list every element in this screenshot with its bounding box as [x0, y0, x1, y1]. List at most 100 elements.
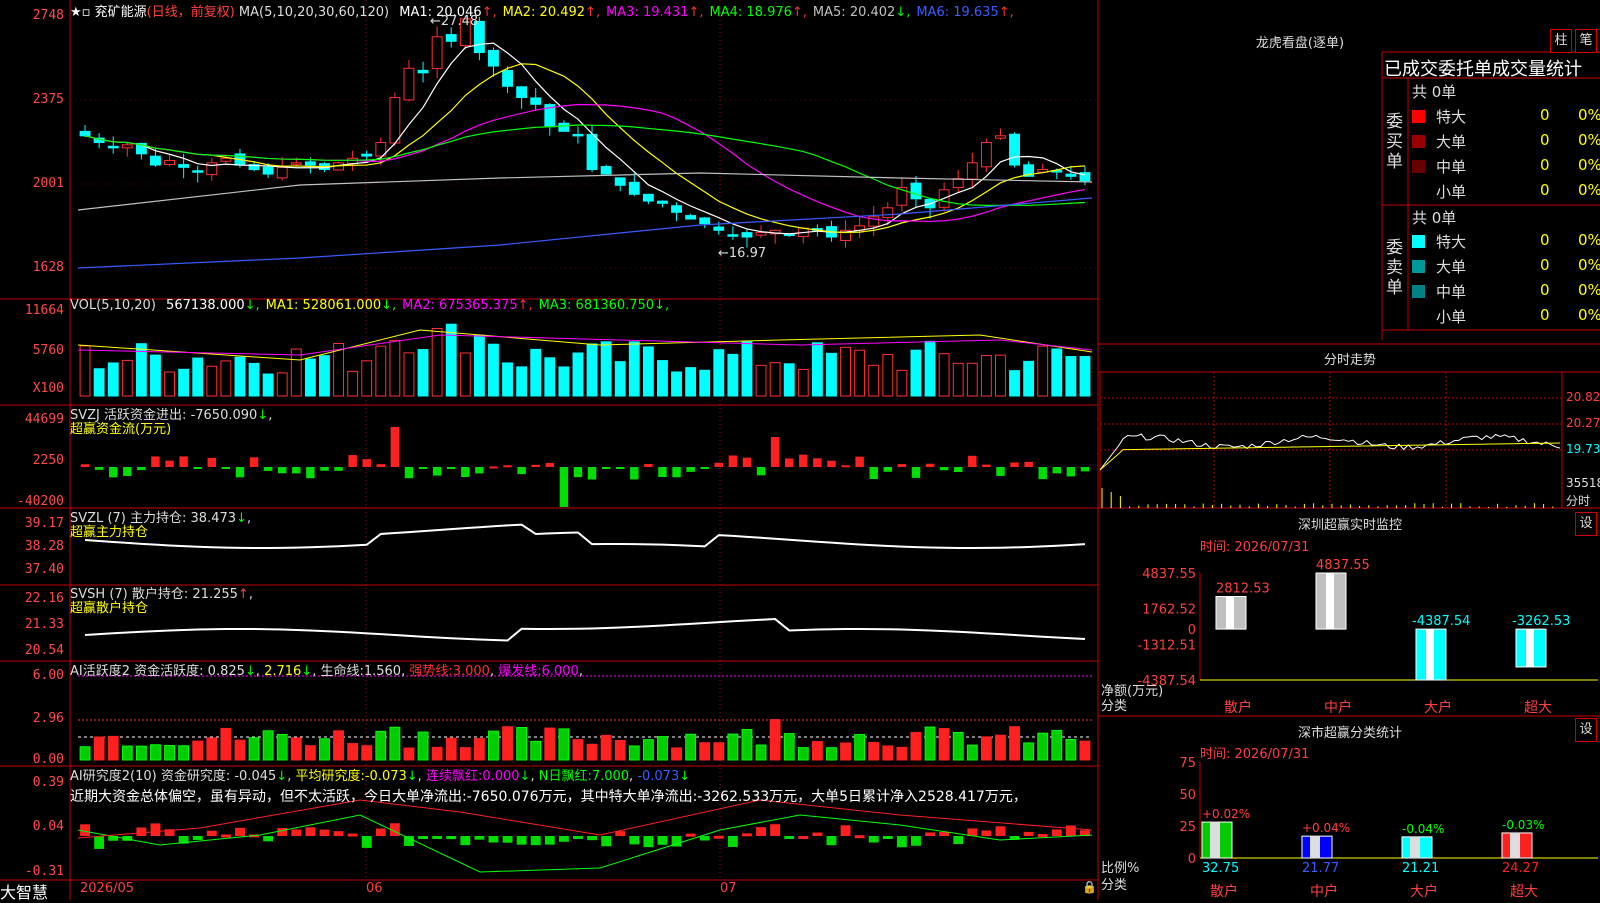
ai-research-bar — [1065, 825, 1076, 836]
volume-bar — [713, 349, 725, 397]
buy-row-pct: 0% — [1578, 106, 1600, 124]
ai-active-bar — [290, 737, 302, 761]
ai-research-y-tick: -0.31 — [24, 864, 64, 879]
sell-total: 共 0单 — [1412, 209, 1457, 227]
volume-bar — [868, 364, 880, 397]
volume-y-tick: 11664 — [24, 303, 64, 318]
avg-value: -0.073 — [364, 769, 407, 784]
svzj-bar — [925, 463, 935, 467]
ai-research-bar — [488, 836, 499, 843]
ai-active-bar — [797, 747, 809, 761]
ai-active-y-tick: 0.00 — [32, 752, 64, 767]
svzj-bar — [968, 455, 977, 467]
candle — [657, 200, 668, 204]
volume-bar — [304, 358, 316, 397]
dragon-title: 龙虎看盘(逐单) — [1255, 36, 1345, 51]
svsh-subtitle: 超赢散户持仓 — [70, 601, 149, 616]
ai-active-bar — [150, 744, 161, 761]
svzj-y-tick: 2250 — [32, 453, 64, 468]
svzj-bar — [855, 456, 864, 467]
ai-research-bar — [840, 825, 851, 836]
svzj-bar — [1066, 467, 1076, 477]
buy-row-count: 0 — [1540, 131, 1550, 149]
ai-active-bar — [727, 733, 739, 761]
volume-bar — [473, 334, 485, 397]
buy-row-label: 小单 — [1436, 183, 1467, 201]
ai-research-bar — [446, 836, 457, 840]
ai-active-bar — [445, 737, 457, 761]
stats-settings-button[interactable]: 设 — [1575, 718, 1597, 742]
svzj-bar — [897, 464, 907, 467]
gear-icon[interactable]: ▫ — [82, 5, 91, 20]
svzj-arrow: ↓ — [257, 408, 269, 423]
sell-row-count: 0 — [1540, 256, 1550, 274]
ai-research-bar — [713, 835, 724, 839]
volume-bar — [642, 346, 654, 397]
candle — [572, 133, 584, 137]
buy-row-label: 特大 — [1436, 108, 1467, 126]
ai-active-bar — [995, 734, 1006, 761]
ai-active-bar — [304, 745, 316, 761]
ai-active-bar — [811, 741, 823, 761]
ai-research-bar — [460, 836, 471, 846]
ai-research-bar — [192, 836, 203, 841]
ai-research-bar — [812, 832, 823, 836]
ai-research-bar — [643, 836, 654, 848]
ai-active-bar — [966, 744, 978, 761]
n-label: N日飘红: — [538, 769, 592, 784]
low-value: 16.97 — [728, 246, 767, 261]
order-tabs[interactable]: 已成交委托单成交量统计 — [1384, 55, 1582, 81]
ai-research-bar — [995, 826, 1006, 836]
monitor-y-tick: 4837.55 — [1142, 567, 1196, 582]
svzj-bar — [869, 467, 878, 480]
ai-active-bar — [980, 736, 992, 761]
bar-mode-button[interactable]: 柱 — [1550, 29, 1572, 53]
candle — [431, 36, 443, 70]
lock-icon[interactable]: 🔒 — [1082, 880, 1097, 894]
ai-active-bar — [135, 745, 147, 761]
buy-row-label: 大单 — [1436, 133, 1467, 151]
ai-research-bar — [375, 828, 386, 836]
monitor-title: 深圳超赢实时监控 — [1297, 518, 1402, 533]
svzj-bar — [376, 464, 386, 467]
ai-active-bar — [1051, 729, 1063, 761]
ai-research-bar — [868, 836, 879, 843]
svzj-bar — [615, 467, 625, 469]
star-icon[interactable]: ★ — [70, 5, 82, 20]
ai-research-bar — [882, 836, 893, 839]
volume-bar — [980, 355, 992, 397]
svzj-bar — [165, 460, 174, 467]
intraday-price-mid: 20.27 — [1566, 416, 1600, 430]
ma-value-arrow-1: ↑, — [585, 5, 601, 20]
ai-active-bar — [826, 747, 837, 761]
monitor-category: 散户 — [1224, 699, 1252, 716]
svzj-bar — [137, 467, 146, 471]
ai-research-bar — [305, 827, 316, 836]
monitor-settings-button[interactable]: 设 — [1575, 512, 1597, 536]
candle — [586, 133, 598, 171]
brand-logo: 大智慧 — [0, 883, 49, 902]
svzj-bar — [714, 462, 724, 467]
svzj-bar — [249, 457, 259, 467]
svzj-bar — [545, 462, 555, 467]
volume-bar — [995, 354, 1006, 397]
vol-value-arrow-0: ↓, — [244, 298, 260, 313]
volume-bar — [586, 343, 598, 397]
ai-research-bar — [727, 836, 738, 847]
svzj-bar — [559, 467, 569, 507]
volume-bar — [502, 362, 513, 397]
ai-research-bar — [1051, 829, 1062, 836]
candle — [699, 217, 711, 225]
ai-active-bar — [459, 747, 471, 761]
ai-research-bar — [981, 830, 992, 836]
candle — [445, 34, 457, 42]
sell-row-label: 特大 — [1436, 233, 1467, 251]
tick-mode-button[interactable]: 笔 — [1575, 29, 1597, 53]
sell-row-label: 大单 — [1436, 258, 1467, 276]
volume-bar — [938, 353, 950, 397]
volume-bar — [924, 340, 936, 397]
ai-research-avg-line — [77, 814, 1093, 873]
sell-side-label: 委卖单 — [1386, 238, 1403, 298]
svzj-bar — [277, 467, 287, 474]
svzj-bar — [263, 467, 273, 471]
